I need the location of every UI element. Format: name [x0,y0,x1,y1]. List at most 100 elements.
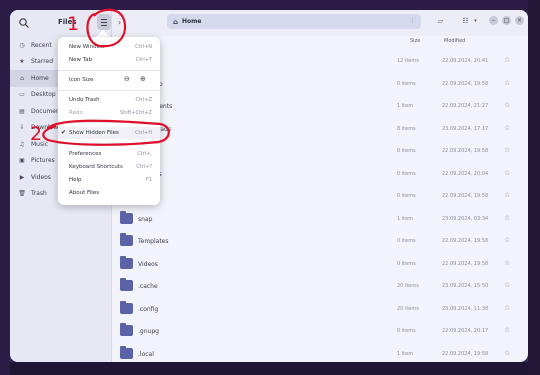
file-modified: 22.09.2024, 19:58 [442,350,489,357]
menu-item-undo-trash[interactable]: Undo Trash Ctrl+Z [58,94,160,106]
menu-item-preferences[interactable]: Preferences Ctrl+, [58,148,160,160]
photo-surround-right [528,0,540,375]
view-chevron-icon[interactable]: ▾ [470,16,481,27]
photo-surround-left [0,0,10,375]
file-size: 0 items [397,260,416,267]
star-icon[interactable]: ☆ [504,56,510,64]
zoom-out-icon[interactable]: ⊖ [124,75,130,83]
menu-separator [58,90,160,91]
file-modified: 22.09.2024, 19:58 [442,148,489,154]
file-modified: 22.09.2024, 21:27 [442,103,489,109]
star-icon[interactable]: ☆ [504,169,510,177]
menu-item-show-hidden-files[interactable]: ✔ Show Hidden Files Ctrl+H [58,127,160,139]
file-modified: 22.09.2024, 19:58 [442,238,489,244]
file-size: 0 items [397,80,416,87]
menu-separator [58,122,160,123]
star-icon[interactable]: ☆ [504,349,510,357]
file-row[interactable]: .gnupg 0 items 22.09.2024, 20:17 ☆ [116,320,512,342]
file-row[interactable]: Downloads8 items23.09.2024, 17:17☆ [116,118,512,140]
file-row[interactable]: .local 1 item 22.09.2024, 19:58 ☆ [116,343,512,365]
file-name: .config [138,305,159,313]
file-modified: 22.09.2024, 19:58 [442,80,489,87]
star-icon[interactable]: ☆ [504,259,510,267]
main-menu-popover: New Window Ctrl+N New Tab Ctrl+T Icon Si… [58,37,160,205]
file-modified: 22.09.2024, 20:41 [442,58,489,64]
star-icon[interactable]: ☆ [504,214,510,222]
folder-icon [120,323,133,336]
file-row[interactable]: Videos 0 items 22.09.2024, 19:58 ☆ [116,253,512,275]
search-icon[interactable] [18,17,30,29]
close-icon[interactable]: × [515,16,524,25]
file-row[interactable]: Templates 0 items 22.09.2024, 19:58 ☆ [116,230,512,252]
menu-item-about-files[interactable]: About Files [58,187,160,199]
recent-icon: ◷ [19,41,25,49]
forward-icon[interactable]: › [118,18,121,27]
file-size: 20 items [397,305,419,312]
file-modified: 22.09.2024, 20:17 [442,328,489,334]
sidebar-item-label: Recent [31,41,52,49]
file-row[interactable]: .cache 20 items 23.09.2024, 15:50 ☆ [116,275,512,297]
menu-item-help[interactable]: Help F1 [58,174,160,186]
main-menu-button[interactable] [97,14,111,30]
sidebar-item-label: Starred [31,58,54,66]
menu-item-new-tab[interactable]: New Tab Ctrl+T [58,54,160,66]
folder-icon [120,255,133,269]
pictures-icon: ▣ [19,157,25,165]
folder-icon [120,300,133,314]
downloads-icon: ⇩ [19,124,25,132]
menu-item-keyboard-shortcuts[interactable]: Keyboard Shortcuts Ctrl+? [58,161,160,173]
star-icon[interactable]: ☆ [504,146,510,154]
path-options-icon[interactable]: ⋮ [410,18,415,24]
file-row[interactable]: Desktop0 items22.09.2024, 19:58☆ [116,73,512,95]
star-icon[interactable]: ☆ [504,304,510,312]
file-row[interactable]: Pictures0 items22.09.2024, 20:04☆ [116,163,512,185]
file-size: 0 items [397,238,416,244]
file-name: .cache [138,283,158,290]
column-modified[interactable]: Modified [444,38,465,44]
file-row[interactable]: .config 20 items 23.09.2024, 11:38 ☆ [116,298,512,320]
file-row[interactable]: Music0 items22.09.2024, 19:58☆ [116,140,512,162]
minimize-icon[interactable]: – [489,16,498,25]
sidebar-item-label: Music [31,140,49,148]
new-folder-icon[interactable]: ▱ [435,16,446,27]
checkmark-icon: ✔ [61,129,67,136]
file-modified: 23.09.2024, 03:34 [442,215,489,222]
path-bar[interactable]: ⌂ Home [167,14,421,29]
star-icon[interactable]: ☆ [504,236,510,244]
file-row[interactable]: Public0 items22.09.2024, 19:58☆ [116,185,512,207]
file-modified: 22.09.2024, 19:58 [442,193,489,199]
menu-item-redo[interactable]: Redo Shift+Ctrl+Z [58,107,160,119]
star-icon[interactable]: ☆ [504,281,510,289]
folder-icon [120,345,133,359]
file-row[interactable]: 12 items 22.09.2024, 20:41 ☆ [116,50,512,72]
file-size: 1 item [397,350,414,357]
path-label: Home [182,18,202,25]
star-icon[interactable]: ☆ [504,326,510,334]
star-icon[interactable]: ☆ [504,124,510,132]
maximize-icon[interactable]: □ [502,16,511,25]
menu-item-icon-size: Icon Size ⊖ ⊕ [69,75,146,83]
videos-icon: ▶ [19,173,25,181]
file-row[interactable]: snap 1 item 23.09.2024, 03:34 ☆ [116,208,512,230]
sidebar-item-label: Videos [31,173,51,181]
star-icon[interactable]: ☆ [504,101,510,109]
file-name: Videos [138,260,158,268]
star-icon[interactable]: ☆ [504,191,510,199]
menu-item-new-window[interactable]: New Window Ctrl+N [58,41,160,53]
file-name: Templates [138,238,169,245]
folder-icon [120,210,133,224]
sidebar-item-label: Pictures [31,157,55,165]
menu-separator [58,143,160,144]
file-name: .local [138,350,154,358]
menu-separator [58,70,160,71]
file-size: 12 items [397,58,419,64]
file-modified: 23.09.2024, 17:17 [442,125,489,132]
file-size: 8 items [397,125,416,132]
desktop-icon: ▭ [19,91,25,99]
column-size[interactable]: Size [410,38,420,44]
star-icon[interactable]: ☆ [504,79,510,87]
zoom-in-icon[interactable]: ⊕ [140,75,146,83]
home-icon: ⌂ [20,74,24,82]
file-row[interactable]: Documents1 item22.09.2024, 21:27☆ [116,95,512,117]
header-bar: › ⌂ Home ⋮ ▱ ☷ ▾ – □ × [112,10,528,36]
